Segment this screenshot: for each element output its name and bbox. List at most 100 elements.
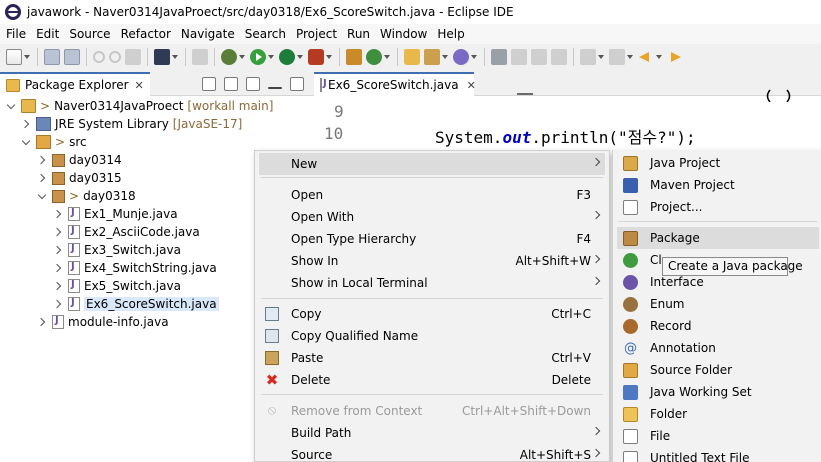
expand-toggle-icon[interactable]	[37, 172, 49, 184]
save-all-icon[interactable]	[64, 49, 80, 65]
maximize-icon[interactable]	[290, 77, 304, 91]
menu-search[interactable]: Search	[239, 27, 290, 41]
submenu-item-label: Java Project	[650, 156, 721, 170]
menu-item-open-with[interactable]: Open With	[259, 206, 605, 228]
view-menu-icon[interactable]	[246, 77, 260, 91]
expand-toggle-icon[interactable]	[21, 118, 33, 130]
run-dropdown-icon[interactable]	[268, 49, 275, 65]
menu-window[interactable]: Window	[374, 27, 431, 41]
menu-item-show-in[interactable]: Show In Alt+Shift+W	[259, 250, 605, 272]
new-icon[interactable]	[6, 49, 22, 65]
submenu-item-java-project[interactable]: Java Project	[617, 152, 819, 174]
expand-toggle-icon[interactable]	[37, 190, 49, 202]
toggle-annotation-icon[interactable]	[491, 49, 507, 65]
submenu-item-maven-project[interactable]: Maven Project	[617, 174, 819, 196]
java-file-icon	[68, 261, 80, 275]
submenu-item-package[interactable]: Package	[617, 227, 819, 249]
submenu-item-folder[interactable]: Folder	[617, 403, 819, 425]
menu-item-build-path[interactable]: Build Path	[259, 422, 605, 444]
menu-navigate[interactable]: Navigate	[175, 27, 239, 41]
expand-toggle-icon[interactable]	[37, 316, 49, 328]
expand-toggle-icon[interactable]	[53, 280, 65, 292]
close-icon[interactable]: ✕	[467, 79, 476, 92]
previous-annotation-icon[interactable]	[609, 49, 625, 65]
next-annotation-dropdown-icon[interactable]	[598, 49, 605, 65]
tree-item-jre[interactable]: JRE System Library [JavaSE-17]	[0, 115, 310, 133]
new-package-icon[interactable]	[346, 49, 362, 65]
previous-annotation-dropdown-icon[interactable]	[627, 49, 634, 65]
toggle-block-selection-icon[interactable]	[531, 49, 547, 65]
menu-source[interactable]: Source	[63, 27, 114, 41]
menu-item-open[interactable]: Open F3	[259, 184, 605, 206]
submenu-item-untitled-text-file[interactable]: Untitled Text File	[617, 447, 819, 462]
submenu-item-file[interactable]: File	[617, 425, 819, 447]
undo-icon[interactable]	[93, 51, 105, 63]
menu-item-show-in-local-terminal[interactable]: Show in Local Terminal	[259, 272, 605, 294]
link-with-editor-icon[interactable]	[224, 77, 238, 91]
new-dropdown-icon[interactable]	[24, 49, 31, 65]
submenu-item-java-working-set[interactable]: Java Working Set	[617, 381, 819, 403]
save-icon[interactable]	[44, 49, 60, 65]
menu-run[interactable]: Run	[341, 27, 374, 41]
new-class-icon[interactable]	[366, 49, 382, 65]
external-tools-dropdown-icon[interactable]	[326, 49, 333, 65]
close-icon[interactable]: ✕	[135, 79, 144, 92]
tab-package-explorer[interactable]: Package Explorer ✕	[0, 72, 150, 96]
forward-icon[interactable]	[667, 49, 683, 65]
expand-toggle-icon[interactable]	[53, 298, 65, 310]
external-tools-icon[interactable]	[308, 49, 324, 65]
show-whitespace-icon[interactable]	[551, 49, 567, 65]
expand-toggle-icon[interactable]	[21, 136, 33, 148]
open-type-icon[interactable]	[404, 49, 420, 65]
menu-item-new[interactable]: New	[259, 153, 605, 175]
expand-toggle-icon[interactable]	[53, 262, 65, 274]
minimize-icon[interactable]	[268, 87, 282, 89]
menu-item-copy-qualified-name[interactable]: Copy Qualified Name	[259, 325, 605, 347]
expand-toggle-icon[interactable]	[6, 100, 18, 112]
link-icon[interactable]	[125, 49, 141, 65]
submenu-item-enum[interactable]: Enum	[617, 293, 819, 315]
tab-editor-file[interactable]: Ex6_ScoreSwitch.java ✕	[314, 72, 476, 96]
submenu-item-source-folder[interactable]: Source Folder	[617, 359, 819, 381]
run-icon[interactable]	[250, 49, 266, 65]
tree-item-annotation: [workall main]	[187, 99, 274, 113]
tree-item-src[interactable]: > src	[0, 133, 310, 151]
expand-toggle-icon[interactable]	[53, 208, 65, 220]
search-icon[interactable]	[453, 49, 469, 65]
search-dropdown-icon[interactable]	[471, 49, 478, 65]
toggle-mark-occurrences-icon[interactable]	[511, 49, 527, 65]
skip-breakpoints-icon[interactable]	[192, 49, 208, 65]
back-dropdown-icon[interactable]	[656, 49, 663, 65]
menu-item-paste[interactable]: Paste Ctrl+V	[259, 347, 605, 369]
expand-toggle-icon[interactable]	[53, 244, 65, 256]
terminal-dropdown-icon[interactable]	[172, 49, 179, 65]
tree-item-project[interactable]: > Naver0314JavaProect [workall main]	[0, 97, 310, 115]
debug-icon[interactable]	[221, 49, 237, 65]
menu-refactor[interactable]: Refactor	[115, 27, 175, 41]
menu-file[interactable]: File	[0, 27, 30, 41]
collapse-all-icon[interactable]	[202, 77, 216, 91]
menu-item-source[interactable]: Source Alt+Shift+S	[259, 444, 605, 462]
back-icon[interactable]	[638, 49, 654, 65]
new-class-dropdown-icon[interactable]	[384, 49, 391, 65]
terminal-icon[interactable]	[154, 49, 170, 65]
submenu-item-project[interactable]: Project...	[617, 196, 819, 218]
submenu-item-annotation[interactable]: @ Annotation	[617, 337, 819, 359]
menu-item-open-type-hierarchy[interactable]: Open Type Hierarchy F4	[259, 228, 605, 250]
redo-icon[interactable]	[109, 51, 121, 63]
next-annotation-icon[interactable]	[580, 49, 596, 65]
menu-item-copy[interactable]: Copy Ctrl+C	[259, 303, 605, 325]
expand-toggle-icon[interactable]	[37, 154, 49, 166]
debug-dropdown-icon[interactable]	[239, 49, 246, 65]
expand-toggle-icon[interactable]	[53, 226, 65, 238]
menu-edit[interactable]: Edit	[30, 27, 63, 41]
menu-project[interactable]: Project	[290, 27, 341, 41]
open-task-dropdown-icon[interactable]	[442, 49, 449, 65]
coverage-icon[interactable]	[279, 49, 295, 65]
coverage-dropdown-icon[interactable]	[297, 49, 304, 65]
submenu-item-record[interactable]: Record	[617, 315, 819, 337]
menu-help[interactable]: Help	[431, 27, 468, 41]
menu-item-remove-from-context[interactable]: ⦸ Remove from Context Ctrl+Alt+Shift+Dow…	[259, 400, 605, 422]
menu-item-delete[interactable]: ✖ Delete Delete	[259, 369, 605, 391]
open-task-icon[interactable]	[424, 49, 440, 65]
